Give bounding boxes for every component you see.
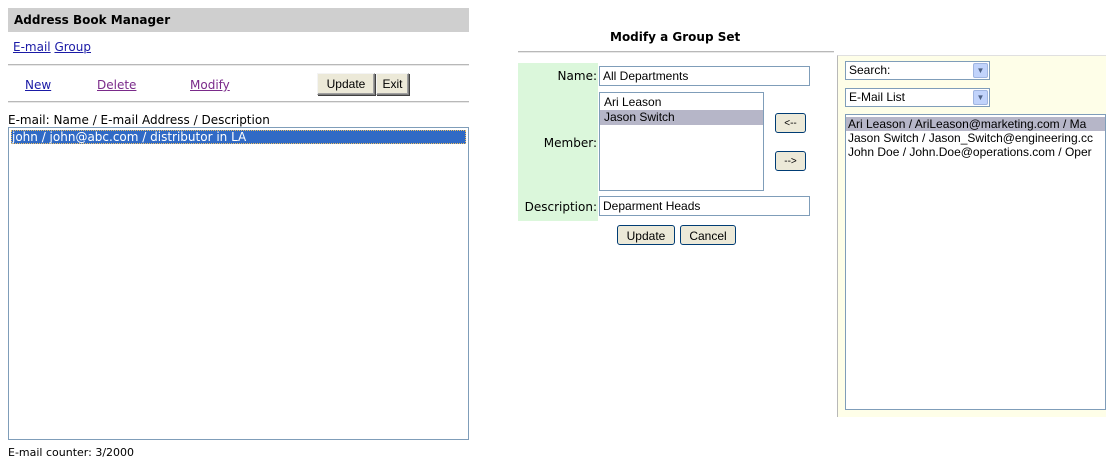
- member-label: Member:: [543, 136, 597, 150]
- divider: [8, 101, 469, 103]
- nav-email-link[interactable]: E-mail: [13, 40, 51, 54]
- contact-item[interactable]: Jason Switch / Jason_Switch@engineering.…: [846, 131, 1105, 145]
- email-list-item[interactable]: john / john@abc.com / distributor in LA: [11, 130, 466, 144]
- contact-item[interactable]: John Doe / John.Doe@operations.com / Ope…: [846, 145, 1105, 159]
- chevron-down-icon[interactable]: ▼: [973, 90, 988, 105]
- move-left-button[interactable]: <--: [775, 113, 806, 133]
- description-input[interactable]: Deparment Heads: [599, 196, 810, 216]
- search-select[interactable]: Search: ▼: [845, 61, 990, 80]
- name-label: Name:: [557, 69, 597, 83]
- contact-listbox[interactable]: Ari Leason / AriLeason@marketing.com / M…: [845, 114, 1106, 410]
- modify-group-title: Modify a Group Set: [610, 30, 741, 44]
- group-update-button[interactable]: Update: [617, 225, 675, 245]
- divider: [8, 64, 469, 66]
- divider: [518, 51, 834, 53]
- contact-item-selected[interactable]: Ari Leason / AriLeason@marketing.com / M…: [846, 117, 1105, 131]
- chevron-down-icon[interactable]: ▼: [973, 63, 988, 78]
- search-select-value: Search:: [849, 63, 891, 77]
- member-item[interactable]: Ari Leason: [600, 95, 763, 110]
- exit-button[interactable]: Exit: [376, 73, 409, 95]
- modify-link[interactable]: Modify: [190, 78, 230, 92]
- move-right-button[interactable]: -->: [775, 151, 806, 171]
- nav-links: E-mail Group: [13, 40, 91, 54]
- list-type-select[interactable]: E-Mail List ▼: [845, 88, 990, 107]
- nav-group-link[interactable]: Group: [54, 40, 91, 54]
- app-title: Address Book Manager: [8, 8, 469, 32]
- list-type-select-value: E-Mail List: [849, 90, 906, 104]
- email-counter: E-mail counter: 3/2000: [8, 446, 135, 459]
- group-cancel-button[interactable]: Cancel: [680, 225, 736, 245]
- description-label: Description:: [524, 200, 597, 214]
- email-listbox[interactable]: john / john@abc.com / distributor in LA: [8, 127, 469, 440]
- email-list-label: E-mail: Name / E-mail Address / Descript…: [8, 113, 270, 127]
- update-button[interactable]: Update: [317, 73, 375, 95]
- new-link[interactable]: New: [25, 78, 51, 92]
- member-item-selected[interactable]: Jason Switch: [600, 110, 763, 125]
- delete-link[interactable]: Delete: [97, 78, 136, 92]
- member-listbox[interactable]: Ari Leason Jason Switch: [599, 92, 764, 191]
- group-name-input[interactable]: All Departments: [599, 66, 810, 86]
